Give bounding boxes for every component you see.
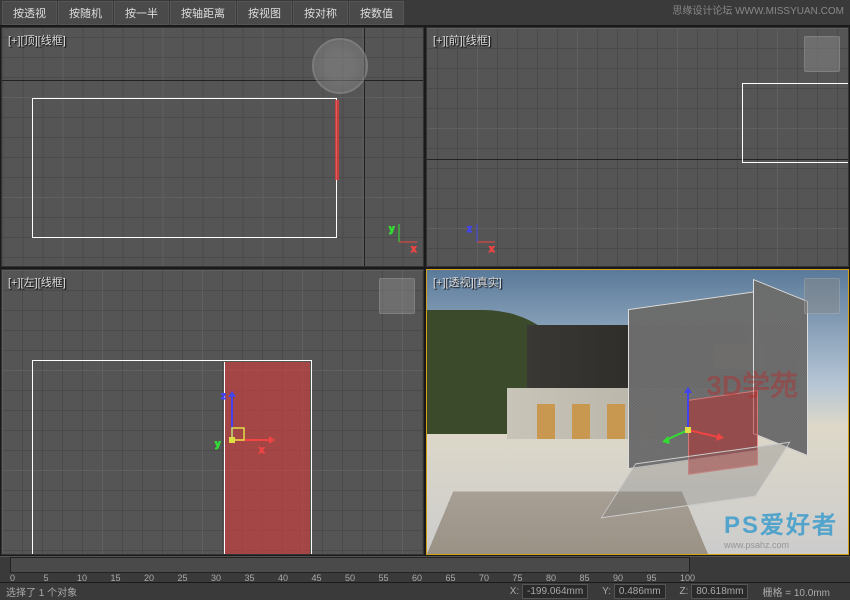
door <box>537 404 555 439</box>
svg-text:z: z <box>467 224 472 235</box>
toolbar-btn-random[interactable]: 按随机 <box>58 1 113 25</box>
timeline-tick: 90 <box>613 573 623 583</box>
selection-status: 选择了 1 个对象 <box>6 584 77 599</box>
steering-wheel[interactable] <box>312 38 368 94</box>
z-input[interactable]: 80.618mm <box>691 584 748 599</box>
timeline-tick: 0 <box>10 573 15 583</box>
object-box-outline[interactable] <box>32 98 337 238</box>
timeline-ruler[interactable] <box>10 557 690 573</box>
viewport-grid: [+][顶][线框] x y [+][前][线框] x z [+][左][线框]… <box>0 26 850 556</box>
timeline-tick: 70 <box>479 573 489 583</box>
timeline-tick: 65 <box>446 573 456 583</box>
x-input[interactable]: -199.064mm <box>522 584 588 599</box>
timeline-tick: 75 <box>513 573 523 583</box>
watermark-bottom: PS爱好者 www.psahz.com <box>724 505 838 550</box>
toolbar-btn-symmetry[interactable]: 按对称 <box>293 1 348 25</box>
grid-size: 栅格 = 10.0mm <box>762 584 830 599</box>
viewport-front[interactable]: [+][前][线框] x z <box>426 27 849 267</box>
timeline-tick: 45 <box>312 573 322 583</box>
timeline-tick: 10 <box>77 573 87 583</box>
svg-text:x: x <box>489 244 495 255</box>
viewport-label[interactable]: [+][顶][线框] <box>8 32 66 48</box>
toolbar-btn-value[interactable]: 按数值 <box>349 1 404 25</box>
toolbar-btn-half[interactable]: 按一半 <box>114 1 169 25</box>
svg-text:z: z <box>221 391 226 402</box>
svg-text:x: x <box>259 445 265 456</box>
svg-text:y: y <box>215 439 221 450</box>
timeline-tick: 50 <box>345 573 355 583</box>
timeline-tick: 95 <box>647 573 657 583</box>
watermark-logo: PS爱好者 <box>724 505 838 540</box>
coord-z: Z: 80.618mm <box>680 586 749 597</box>
axis-tripod: x z <box>457 222 497 262</box>
timeline-tick: 85 <box>580 573 590 583</box>
status-bar: 选择了 1 个对象 X: -199.064mm Y: 0.486mm Z: 80… <box>0 582 850 600</box>
watermark-top: 思缘设计论坛 WWW.MISSYUAN.COM <box>672 2 844 17</box>
timeline-tick: 20 <box>144 573 154 583</box>
viewcube[interactable] <box>379 278 415 314</box>
viewport-label[interactable]: [+][透视][真实] <box>433 274 502 290</box>
move-gizmo[interactable]: x z y <box>197 385 277 465</box>
toolbar-btn-perspective[interactable]: 按透视 <box>2 1 57 25</box>
axis-tripod: x y <box>379 222 419 262</box>
viewport-left[interactable]: [+][左][线框] x z y <box>1 269 424 555</box>
selected-edge[interactable] <box>335 100 339 180</box>
timeline-tick: 15 <box>111 573 121 583</box>
door <box>572 404 590 439</box>
coord-y: Y: 0.486mm <box>602 586 665 597</box>
viewport-label[interactable]: [+][左][线框] <box>8 274 66 290</box>
toolbar-btn-view[interactable]: 按视图 <box>237 1 292 25</box>
timeline-tick: 60 <box>412 573 422 583</box>
door <box>607 404 625 439</box>
viewcube[interactable] <box>804 36 840 72</box>
svg-text:x: x <box>411 244 417 255</box>
timeline-tick: 30 <box>211 573 221 583</box>
timeline-tick: 40 <box>278 573 288 583</box>
viewport-label[interactable]: [+][前][线框] <box>433 32 491 48</box>
timeline[interactable]: 0 5 10 15 20 25 30 35 40 45 50 55 60 65 70 75 80 85 90 95 10… <box>0 556 850 582</box>
timeline-tick: 55 <box>379 573 389 583</box>
watermark-3d-school: 3D学苑 <box>706 364 798 404</box>
object-box-outline[interactable] <box>742 83 849 163</box>
watermark-url: www.psahz.com <box>724 540 838 550</box>
timeline-tick: 5 <box>44 573 49 583</box>
svg-text:y: y <box>389 224 395 235</box>
timeline-tick: 80 <box>546 573 556 583</box>
timeline-tick: 35 <box>245 573 255 583</box>
timeline-tick: 25 <box>178 573 188 583</box>
timeline-tick: 100 <box>680 573 695 583</box>
coord-x: X: -199.064mm <box>510 586 588 597</box>
y-input[interactable]: 0.486mm <box>614 584 666 599</box>
viewcube[interactable] <box>804 278 840 314</box>
viewport-top[interactable]: [+][顶][线框] x y <box>1 27 424 267</box>
toolbar-btn-axis-distance[interactable]: 按轴距离 <box>170 1 236 25</box>
